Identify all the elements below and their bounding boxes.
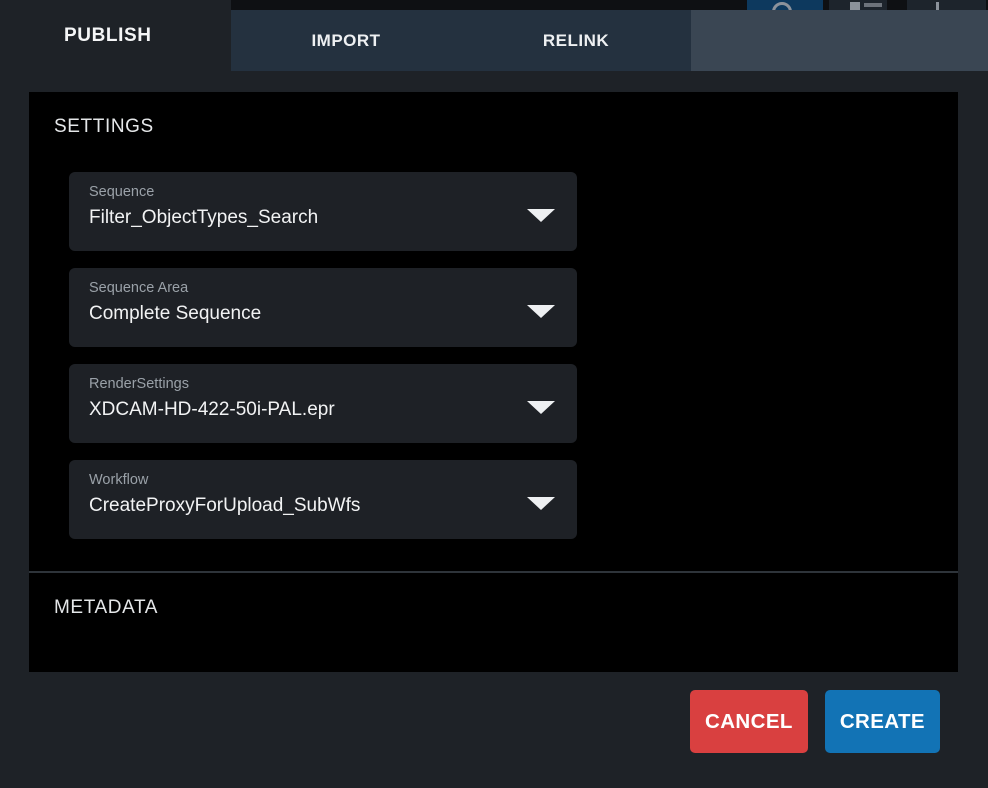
chevron-down-icon: [527, 401, 555, 414]
list-icon[interactable]: [829, 0, 887, 10]
render-settings-label: RenderSettings: [89, 376, 517, 392]
workflow-value: CreateProxyForUpload_SubWfs: [89, 495, 517, 517]
chevron-down-icon: [527, 305, 555, 318]
metadata-heading: METADATA: [54, 597, 158, 619]
dialog-actions: CANCEL CREATE: [690, 690, 940, 753]
chevron-down-icon: [527, 497, 555, 510]
header-side-panel: [691, 10, 988, 71]
search-icon-glyph: [772, 2, 792, 10]
render-settings-value: XDCAM-HD-422-50i-PAL.epr: [89, 399, 517, 421]
section-divider: [29, 571, 958, 573]
tab-relink[interactable]: RELINK: [461, 10, 691, 71]
settings-heading: SETTINGS: [54, 116, 154, 138]
tab-strip: IMPORT RELINK: [231, 10, 691, 71]
render-settings-select[interactable]: RenderSettings XDCAM-HD-422-50i-PAL.epr: [69, 364, 577, 443]
plus-icon[interactable]: [907, 0, 986, 10]
plus-icon-glyph: [936, 2, 939, 10]
sequence-area-select[interactable]: Sequence Area Complete Sequence: [69, 268, 577, 347]
top-tab-bar: PUBLISH IMPORT RELINK: [0, 0, 988, 71]
list-icon-glyph: [850, 2, 860, 10]
cancel-button[interactable]: CANCEL: [690, 690, 808, 753]
tab-publish[interactable]: PUBLISH: [0, 0, 231, 71]
sequence-label: Sequence: [89, 184, 517, 200]
create-button[interactable]: CREATE: [825, 690, 940, 753]
sequence-value: Filter_ObjectTypes_Search: [89, 207, 517, 229]
sequence-area-value: Complete Sequence: [89, 303, 517, 325]
list-icon-glyph: [864, 3, 882, 7]
workflow-label: Workflow: [89, 472, 517, 488]
publish-dialog: SETTINGS Sequence Filter_ObjectTypes_Sea…: [29, 92, 958, 672]
workflow-select[interactable]: Workflow CreateProxyForUpload_SubWfs: [69, 460, 577, 539]
background-toolbar: [231, 0, 988, 10]
sequence-area-label: Sequence Area: [89, 280, 517, 296]
sequence-select[interactable]: Sequence Filter_ObjectTypes_Search: [69, 172, 577, 251]
search-icon[interactable]: [747, 0, 823, 10]
chevron-down-icon: [527, 209, 555, 222]
settings-field-list: Sequence Filter_ObjectTypes_Search Seque…: [69, 172, 577, 556]
tab-import[interactable]: IMPORT: [231, 10, 461, 71]
